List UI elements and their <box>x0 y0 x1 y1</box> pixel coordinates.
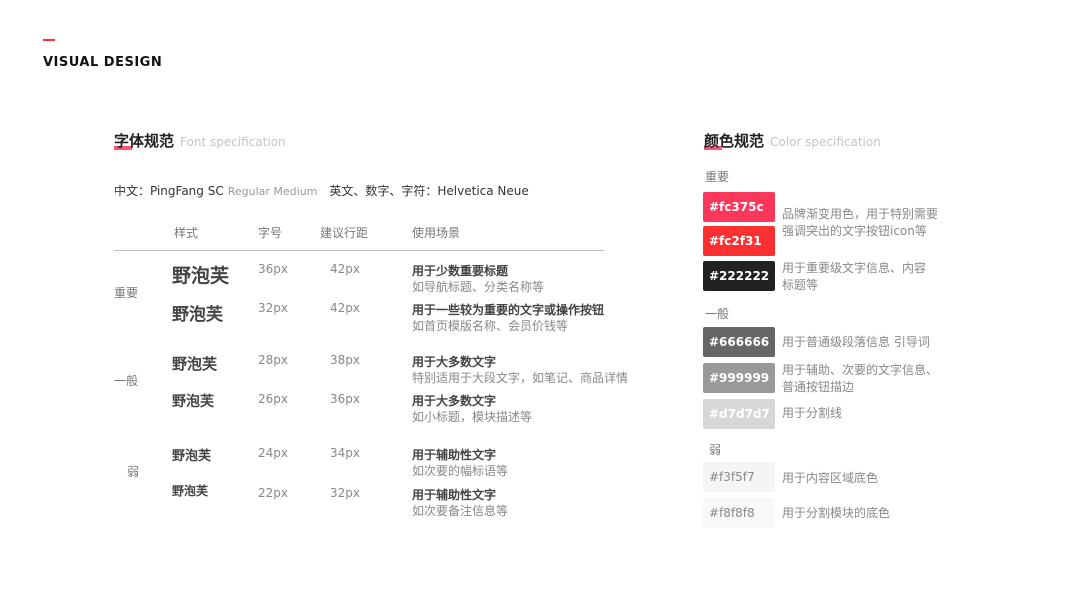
color-desc-brand-2: 强调突出的文字按钮icon等 <box>782 224 927 238</box>
font-group-important: 重要 <box>114 286 139 300</box>
color-desc-999-2: 普通按钮描边 <box>782 380 855 394</box>
font-sample-26: 野泡芙 <box>172 394 214 410</box>
color-spec-title: 颜色规范 Color specification <box>704 130 881 151</box>
usage-text: 用于少数重要标题 <box>412 264 509 278</box>
line-height-value: 38px <box>330 353 360 367</box>
usage-text: 用于辅助性文字 <box>412 488 497 502</box>
col-header-usage: 使用场景 <box>412 226 461 240</box>
color-desc-d7: 用于分割线 <box>782 406 843 420</box>
page-title: VISUAL DESIGN <box>43 55 163 70</box>
usage-example: 如次要备注信息等 <box>412 504 509 518</box>
color-swatch: #d7d7d7 <box>703 399 775 429</box>
usage-example: 如首页模版名称、会员价钱等 <box>412 319 569 333</box>
font-weights: Regular Medium <box>227 185 318 198</box>
font-sample-24: 野泡芙 <box>172 449 212 464</box>
usage-text: 用于辅助性文字 <box>412 448 497 462</box>
header-accent-dash <box>43 39 55 41</box>
color-swatch: #fc375c <box>703 192 775 222</box>
font-size-value: 24px <box>258 446 288 460</box>
font-group-normal: 一般 <box>114 374 139 388</box>
color-swatch: #999999 <box>703 363 775 393</box>
font-sample-36: 野泡芙 <box>172 265 230 287</box>
font-size-value: 26px <box>258 392 288 406</box>
font-group-weak: 弱 <box>127 465 140 479</box>
font-spec-title: 字体规范 Font specification <box>114 130 286 151</box>
color-group-important: 重要 <box>705 170 730 184</box>
font-zh-label: 中文：PingFang SC <box>114 184 224 198</box>
line-height-value: 42px <box>330 262 360 276</box>
line-height-value: 36px <box>330 392 360 406</box>
color-desc-666: 用于普通级段落信息 引导词 <box>782 335 930 349</box>
color-spec-title-en: Color specification <box>770 135 881 149</box>
color-swatch: #222222 <box>703 261 775 291</box>
line-height-value: 42px <box>330 301 360 315</box>
color-desc-222-1: 用于重要级文字信息、内容 <box>782 261 927 275</box>
col-header-size: 字号 <box>258 226 283 240</box>
col-header-style: 样式 <box>174 226 199 240</box>
line-height-value: 34px <box>330 446 360 460</box>
color-desc-222-2: 标题等 <box>782 278 819 292</box>
font-sample-28: 野泡芙 <box>172 355 218 373</box>
font-spec-title-en: Font specification <box>180 135 286 149</box>
usage-text: 用于大多数文字 <box>412 355 497 369</box>
color-swatch: #f3f5f7 <box>703 462 775 492</box>
color-spec-title-zh: 颜色规范 <box>704 132 765 150</box>
usage-text: 用于一些较为重要的文字或操作按钮 <box>412 303 605 317</box>
color-desc-f8: 用于分割模块的底色 <box>782 506 891 520</box>
col-header-line-height: 建议行距 <box>320 226 369 240</box>
font-size-value: 36px <box>258 262 288 276</box>
color-swatch: #f8f8f8 <box>703 498 775 528</box>
color-desc-brand-1: 品牌渐变用色，用于特别需要 <box>782 207 939 221</box>
font-family-line: 中文：PingFang SC Regular Medium 英文、数字、字符：Hel… <box>114 182 529 199</box>
color-desc-f3: 用于内容区域底色 <box>782 471 879 485</box>
usage-example: 特别适用于大段文字，如笔记、商品详情 <box>412 371 629 385</box>
color-group-normal: 一般 <box>705 307 730 321</box>
color-desc-999-1: 用于辅助、次要的文字信息、 <box>782 363 939 377</box>
color-group-weak: 弱 <box>709 443 722 457</box>
font-sample-32: 野泡芙 <box>172 305 223 325</box>
line-height-value: 32px <box>330 486 360 500</box>
color-swatch: #666666 <box>703 327 775 357</box>
font-spec-title-zh: 字体规范 <box>114 132 175 150</box>
usage-example: 如小标题，模块描述等 <box>412 410 533 424</box>
color-swatch: #fc2f31 <box>703 226 775 256</box>
usage-text: 用于大多数文字 <box>412 394 497 408</box>
font-en-label: 英文、数字、字符：Helvetica Neue <box>329 184 529 198</box>
font-size-value: 28px <box>258 353 288 367</box>
font-size-value: 22px <box>258 486 288 500</box>
font-sample-22: 野泡芙 <box>172 484 209 498</box>
usage-example: 如导航标题、分类名称等 <box>412 280 545 294</box>
font-size-value: 32px <box>258 301 288 315</box>
usage-example: 如次要的幅标语等 <box>412 464 509 478</box>
table-header-divider <box>114 250 604 251</box>
